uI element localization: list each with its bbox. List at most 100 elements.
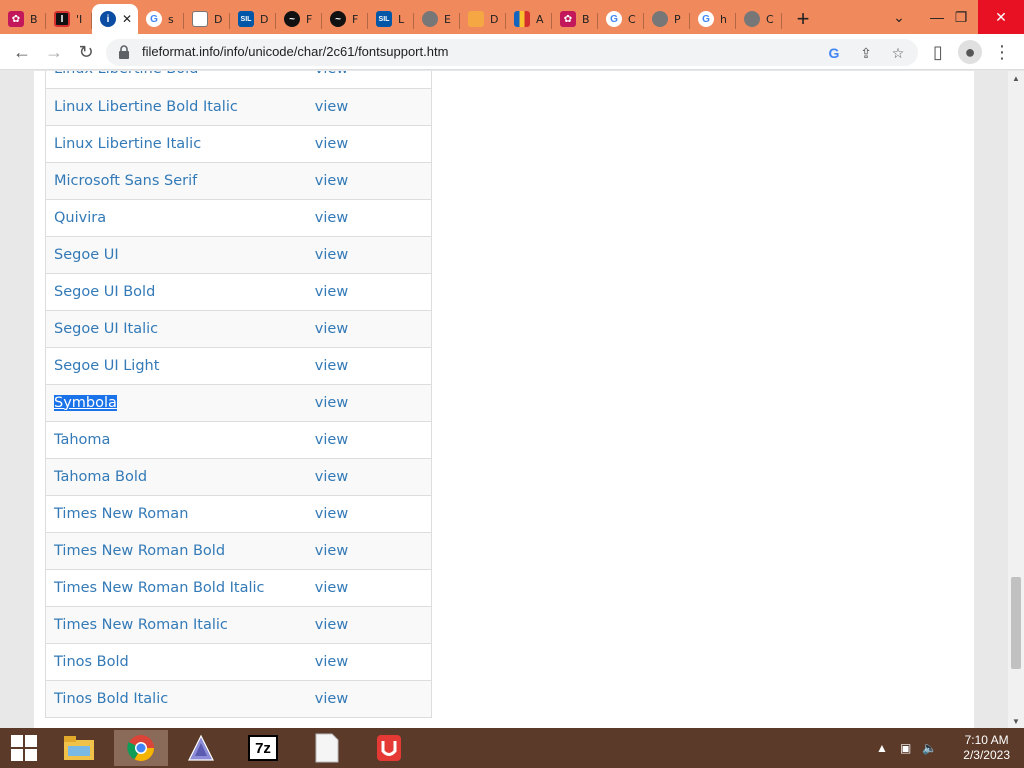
new-tab-button[interactable]: + — [788, 4, 818, 34]
tab-7[interactable]: ~ F — [322, 4, 368, 34]
view-link[interactable]: view — [314, 88, 432, 126]
view-link[interactable]: view — [314, 569, 432, 607]
app-icon[interactable] — [362, 730, 416, 766]
view-link[interactable]: view — [314, 458, 432, 496]
table-row: Linux Libertine Bold Italic view — [44, 88, 432, 126]
google-icon: G — [146, 11, 162, 27]
view-link[interactable]: view — [314, 495, 432, 533]
table-row: Linux Libertine Boldview — [44, 71, 432, 89]
vertical-scrollbar[interactable]: ▲ ▼ — [1008, 71, 1024, 728]
file-explorer-icon[interactable] — [52, 730, 106, 766]
view-link[interactable]: view — [314, 606, 432, 644]
flower-icon: ✿ — [8, 11, 24, 27]
tray-overflow-icon[interactable]: ▲ — [876, 728, 888, 768]
font-name-link[interactable]: Times New Roman Bold — [44, 532, 315, 570]
google-translate-icon[interactable]: G — [824, 43, 844, 63]
windows-taskbar: 7z ▲ ▣ 🔈 7:10 AM 2/3/2023 — [0, 728, 1024, 768]
view-link[interactable]: view — [314, 384, 432, 422]
view-link[interactable]: view — [314, 532, 432, 570]
scrollbar-thumb[interactable] — [1011, 577, 1021, 669]
tab-15[interactable]: Gh — [690, 4, 736, 34]
font-name-link[interactable]: Linux Libertine Bold — [44, 71, 315, 89]
scroll-down-icon[interactable]: ▼ — [1008, 714, 1024, 728]
profile-avatar-icon[interactable]: ● — [958, 40, 982, 64]
tab-0[interactable]: ✿ B — [0, 4, 46, 34]
forward-arrow-icon[interactable]: → — [42, 40, 66, 64]
chrome-icon[interactable] — [114, 730, 168, 766]
tab-6[interactable]: ~ F — [276, 4, 322, 34]
table-row: Segoe UI view — [44, 236, 432, 274]
font-name-link-selected[interactable]: Symbola — [54, 394, 117, 411]
tab-1[interactable]: I 'I — [46, 4, 92, 34]
tab-8[interactable]: SIL L — [368, 4, 414, 34]
font-name-link[interactable]: Linux Libertine Italic — [44, 125, 315, 163]
tab-13[interactable]: GC — [598, 4, 644, 34]
table-row: Tahoma Bold view — [44, 458, 432, 496]
font-name-link[interactable]: Times New Roman — [44, 495, 315, 533]
font-name-link[interactable]: Tinos Bold Italic — [44, 680, 315, 718]
network-icon[interactable]: ▣ — [900, 728, 911, 768]
back-arrow-icon[interactable]: ← — [10, 40, 34, 64]
menu-icon[interactable]: ⋮ — [990, 40, 1014, 64]
inkscape-icon[interactable] — [174, 730, 228, 766]
font-name-link[interactable]: Segoe UI Light — [44, 347, 315, 385]
reload-icon[interactable]: ↻ — [74, 40, 98, 64]
tab-4[interactable]: D — [184, 4, 230, 34]
view-link[interactable]: view — [314, 236, 432, 274]
windows-start-icon[interactable] — [0, 728, 48, 768]
font-name-link[interactable]: Times New Roman Italic — [44, 606, 315, 644]
font-name-link[interactable]: Tahoma Bold — [44, 458, 315, 496]
side-panel-icon[interactable]: ▯ — [926, 40, 950, 64]
view-link[interactable]: view — [314, 273, 432, 311]
bookmark-star-icon[interactable]: ☆ — [888, 43, 908, 63]
selected-font-row[interactable]: Symbola — [44, 384, 315, 422]
font-name-link[interactable]: Microsoft Sans Serif — [44, 162, 315, 200]
font-name-link[interactable]: Segoe UI Bold — [44, 273, 315, 311]
font-name-link[interactable]: Quivira — [44, 199, 315, 237]
view-link[interactable]: view — [314, 680, 432, 718]
tab-title: h — [720, 12, 727, 26]
font-name-link[interactable]: Times New Roman Bold Italic — [44, 569, 315, 607]
view-link[interactable]: view — [314, 643, 432, 681]
tab-16[interactable]: C — [736, 4, 782, 34]
feather-icon: ~ — [284, 11, 300, 27]
page-content: Linux Libertine Boldview Linux Libertine… — [34, 71, 974, 728]
close-tab-icon[interactable]: ✕ — [122, 12, 132, 26]
tab-5[interactable]: SIL D — [230, 4, 276, 34]
table-row: Microsoft Sans Serif view — [44, 162, 432, 200]
font-support-table: Linux Libertine Boldview Linux Libertine… — [44, 71, 432, 718]
address-bar[interactable]: fileformat.info/info/unicode/char/2c61/f… — [106, 39, 918, 66]
tab-12[interactable]: ✿ B — [552, 4, 598, 34]
view-link[interactable]: view — [314, 162, 432, 200]
tab-10[interactable]: D — [460, 4, 506, 34]
view-link[interactable]: view — [314, 199, 432, 237]
system-clock[interactable]: 7:10 AM 2/3/2023 — [963, 733, 1010, 763]
view-link[interactable]: view — [314, 347, 432, 385]
tab-active[interactable]: i ✕ — [92, 4, 138, 34]
clock-date: 2/3/2023 — [963, 748, 1010, 762]
feather-icon: ~ — [330, 11, 346, 27]
notepad-icon[interactable] — [300, 730, 354, 766]
tab-title: E — [444, 12, 451, 26]
scroll-up-icon[interactable]: ▲ — [1008, 71, 1024, 85]
tab-11[interactable]: A — [506, 4, 552, 34]
share-icon[interactable]: ⇪ — [856, 43, 876, 63]
7zip-icon[interactable]: 7z — [236, 730, 290, 766]
font-name-link[interactable]: Segoe UI — [44, 236, 315, 274]
lock-icon — [119, 45, 129, 59]
font-name-link[interactable]: Tahoma — [44, 421, 315, 459]
tab-title: A — [536, 12, 544, 26]
tab-14[interactable]: P — [644, 4, 690, 34]
view-link[interactable]: view — [314, 310, 432, 348]
tab-3[interactable]: Gs — [138, 4, 184, 34]
font-name-link[interactable]: Segoe UI Italic — [44, 310, 315, 348]
url-text[interactable]: fileformat.info/info/unicode/char/2c61/f… — [142, 44, 448, 59]
view-link[interactable]: view — [314, 421, 432, 459]
font-name-link[interactable]: Linux Libertine Bold Italic — [44, 88, 315, 126]
volume-icon[interactable]: 🔈 — [922, 728, 937, 768]
font-name-link[interactable]: Tinos Bold — [44, 643, 315, 681]
view-link[interactable]: view — [314, 71, 432, 89]
tab-9[interactable]: E — [414, 4, 460, 34]
view-link[interactable]: view — [314, 125, 432, 163]
close-window-icon[interactable]: ✕ — [978, 0, 1024, 34]
